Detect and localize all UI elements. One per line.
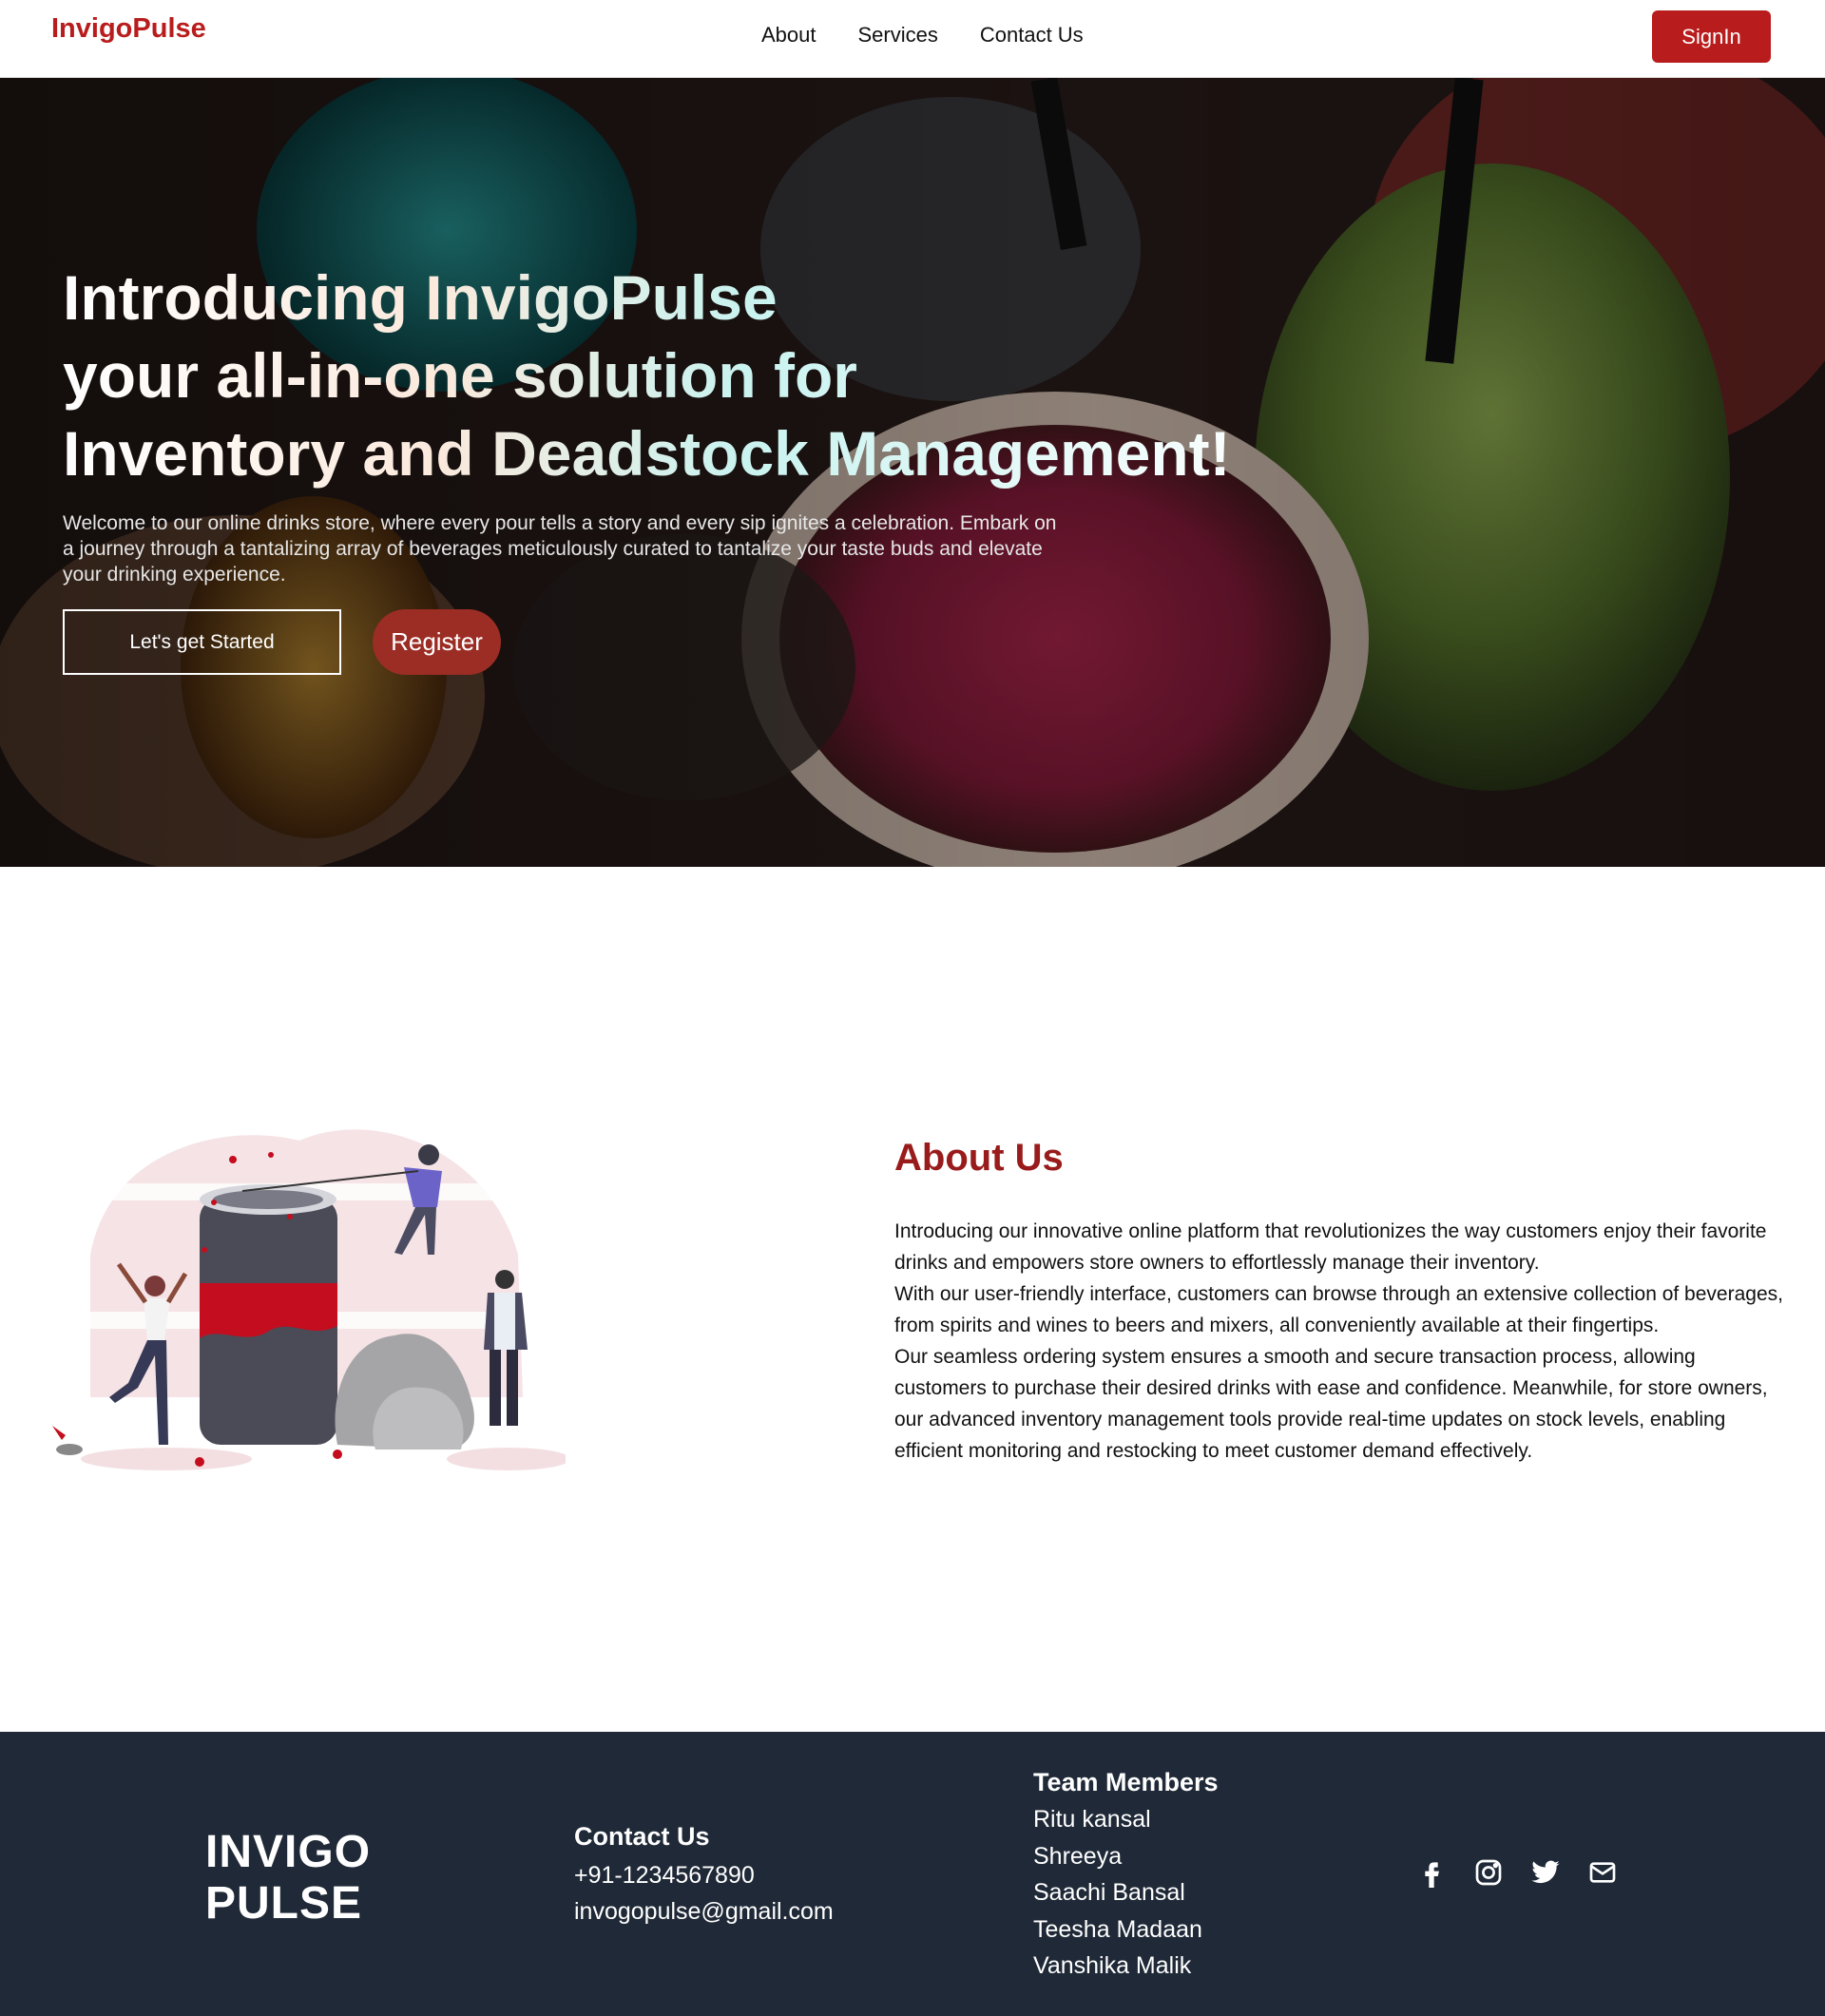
- footer-phone[interactable]: +91-1234567890: [574, 1857, 834, 1893]
- nav-links: About Services Contact Us: [761, 23, 1084, 48]
- get-started-button[interactable]: Let's get Started: [63, 609, 341, 675]
- hero-description: Welcome to our online drinks store, wher…: [63, 512, 1057, 586]
- hero-title-line-3: Inventory and Deadstock Management!: [63, 418, 1231, 489]
- footer-email[interactable]: invogopulse@gmail.com: [574, 1893, 834, 1930]
- footer-brand-line-2: PULSE: [205, 1878, 363, 1929]
- team-member: Teesha Madaan: [1033, 1915, 1202, 1943]
- footer-contact: Contact Us +91-1234567890 invogopulse@gm…: [574, 1822, 834, 1930]
- about-paragraph-3: Our seamless ordering system ensures a s…: [894, 1346, 1768, 1462]
- about-paragraph-2: With our user-friendly interface, custom…: [894, 1283, 1783, 1336]
- social-links: [1416, 1857, 1618, 1888]
- signin-button[interactable]: SignIn: [1652, 10, 1771, 63]
- hero-title-line-2: your all-in-one solution for: [63, 340, 857, 411]
- mail-icon[interactable]: [1587, 1857, 1618, 1888]
- hero-title: Introducing InvigoPulse your all-in-one …: [63, 259, 1298, 492]
- team-member: Ritu kansal: [1033, 1806, 1151, 1833]
- instagram-icon[interactable]: [1473, 1857, 1504, 1888]
- nav-link-contact[interactable]: Contact Us: [980, 23, 1084, 48]
- about-paragraph-1: Introducing our innovative online platfo…: [894, 1220, 1767, 1274]
- about-text: Introducing our innovative online platfo…: [894, 1216, 1788, 1467]
- facebook-icon[interactable]: [1416, 1857, 1447, 1888]
- twitter-icon[interactable]: [1530, 1857, 1561, 1888]
- hero-section: Introducing InvigoPulse your all-in-one …: [0, 78, 1825, 867]
- footer-team-title: Team Members: [1033, 1768, 1219, 1796]
- top-navbar: InvigoPulse About Services Contact Us Si…: [0, 0, 1825, 78]
- footer-team: Team Members Ritu kansal Shreeya Saachi …: [1033, 1768, 1219, 1985]
- team-member: Saachi Bansal: [1033, 1879, 1185, 1906]
- team-member: Vanshika Malik: [1033, 1952, 1192, 1979]
- hero-title-line-1: Introducing InvigoPulse: [63, 262, 778, 333]
- brand-logo[interactable]: InvigoPulse: [51, 13, 206, 45]
- footer: INVIGO PULSE Contact Us +91-1234567890 i…: [0, 1732, 1825, 2016]
- about-illustration: [52, 1129, 566, 1470]
- register-button[interactable]: Register: [373, 609, 501, 675]
- nav-link-services[interactable]: Services: [858, 23, 938, 48]
- footer-brand: INVIGO PULSE: [205, 1827, 371, 1930]
- about-title: About Us: [894, 1137, 1064, 1179]
- team-member: Shreeya: [1033, 1842, 1123, 1870]
- footer-contact-title: Contact Us: [574, 1822, 710, 1851]
- footer-brand-line-1: INVIGO: [205, 1827, 372, 1877]
- nav-link-about[interactable]: About: [761, 23, 816, 48]
